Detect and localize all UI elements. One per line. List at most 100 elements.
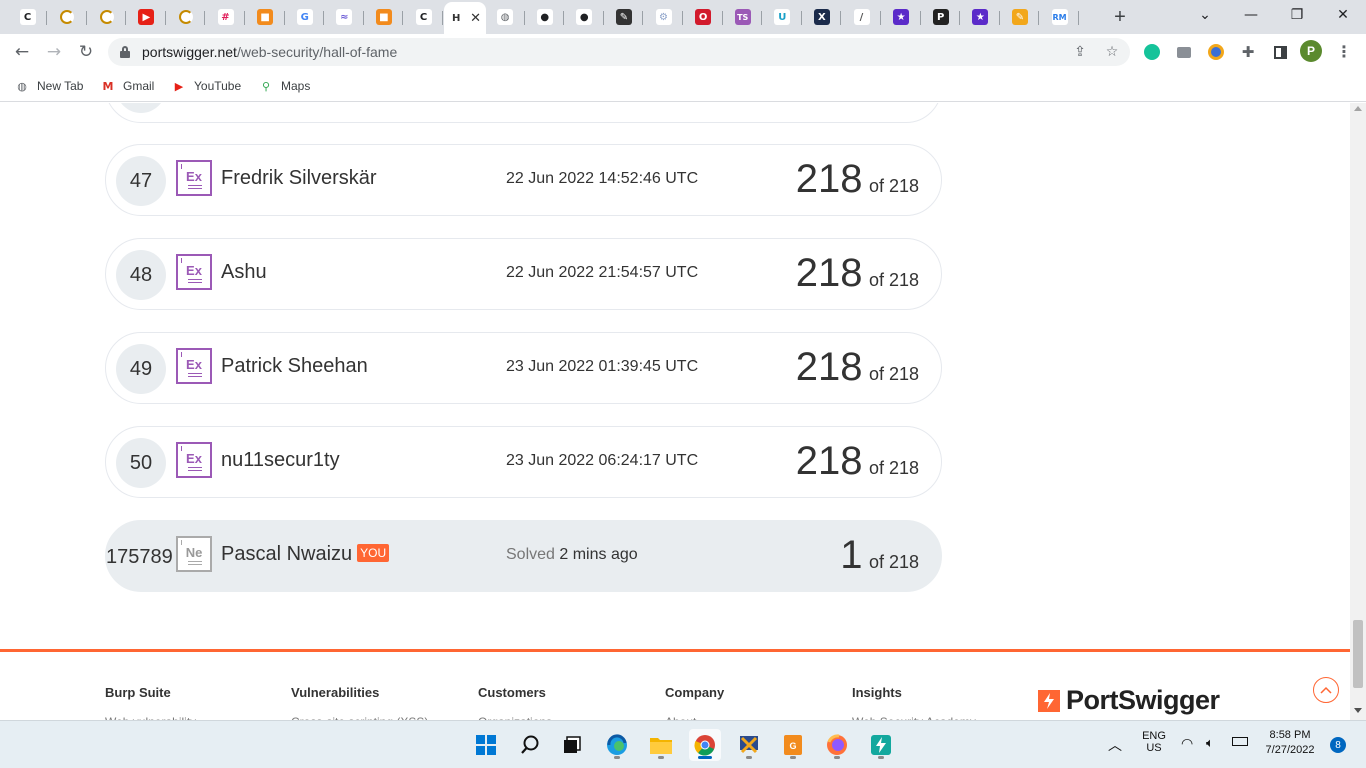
browser-tab[interactable]: X <box>802 4 842 30</box>
language-code: ENG <box>1142 730 1166 742</box>
battery-icon[interactable] <box>1232 737 1248 746</box>
browser-tab[interactable]: RM <box>1040 4 1079 30</box>
forward-button[interactable]: → <box>42 40 66 64</box>
p-logo-icon: P <box>932 9 949 25</box>
share-icon[interactable]: ⇪ <box>1070 42 1090 62</box>
clock-date: 7/27/2022 <box>1265 744 1315 756</box>
level-badge-novice-icon: Ne <box>176 536 212 572</box>
scroll-to-top-button[interactable] <box>1313 677 1339 703</box>
browser-tab[interactable] <box>166 4 206 30</box>
side-panel-icon[interactable] <box>1270 42 1290 62</box>
clock[interactable]: 8:58 PM 7/27/2022 <box>1258 729 1322 756</box>
minimize-button[interactable]: — <box>1228 0 1274 30</box>
browser-tab[interactable]: ≈ <box>325 4 364 30</box>
solved-ago: 2 mins ago <box>559 546 638 563</box>
portswigger-logo[interactable]: PortSwigger <box>1038 685 1220 716</box>
volume-icon[interactable]: 🔈︎ <box>1206 735 1214 751</box>
score-value: 218 <box>795 251 863 295</box>
level-badge-expert-icon: Ex <box>176 348 212 384</box>
edge-icon[interactable] <box>601 729 633 761</box>
browser-tab[interactable]: ★ <box>961 4 1000 30</box>
score-total: of 218 <box>868 270 919 290</box>
bookmark-gmail[interactable]: M Gmail <box>100 76 155 96</box>
rank-number: 47 <box>116 156 166 206</box>
browser-tab[interactable]: ■ <box>364 4 404 30</box>
maps-pin-icon: ⚲ <box>261 79 271 93</box>
extensions-puzzle-icon[interactable]: ✚ <box>1238 42 1258 62</box>
chrome-icon[interactable] <box>689 729 721 761</box>
tab-active[interactable]: H ✕ <box>443 2 486 34</box>
browser-tab[interactable]: # <box>206 4 245 30</box>
vpn-shield-icon[interactable] <box>1206 42 1226 62</box>
solved-timestamp: 22 Jun 2022 14:52:46 UTC <box>506 170 699 187</box>
globe-icon: ◍ <box>497 9 514 25</box>
scroll-down-arrow-icon[interactable] <box>1354 708 1362 713</box>
youtube-icon: ▶ <box>138 9 155 25</box>
browser-tab[interactable]: ■ <box>246 4 285 30</box>
firefox-icon[interactable] <box>821 729 853 761</box>
browser-tab[interactable]: ✎ <box>604 4 644 30</box>
notification-badge[interactable]: 8 <box>1330 737 1346 753</box>
new-tab-button[interactable]: + <box>1108 5 1132 29</box>
browser-tab[interactable]: P <box>921 4 961 30</box>
browser-tab[interactable]: ◍ <box>486 4 525 30</box>
close-window-button[interactable]: ✕ <box>1320 0 1366 30</box>
profile-avatar[interactable]: P <box>1300 40 1322 62</box>
app-icon[interactable] <box>733 729 765 761</box>
browser-tab[interactable]: O <box>684 4 723 30</box>
browser-tab[interactable] <box>48 4 87 30</box>
user-name: Fredrik Silverskär <box>221 167 377 189</box>
show-hidden-icons-chevron-icon[interactable]: ︿ <box>1108 735 1122 755</box>
language-indicator[interactable]: ENG US <box>1138 730 1170 754</box>
search-icon[interactable] <box>514 729 546 761</box>
leaderboard-row: 48 Ex Ashu 22 Jun 2022 21:54:57 UTC 218 of 2… <box>105 238 942 310</box>
bookmark-youtube[interactable]: ▶ YouTube <box>171 76 241 96</box>
file-explorer-icon[interactable] <box>645 729 677 761</box>
opera-icon: O <box>695 9 712 25</box>
camera-icon[interactable] <box>1174 42 1194 62</box>
scroll-up-arrow-icon[interactable] <box>1354 106 1362 111</box>
tab-search-chevron-icon[interactable]: ⌄ <box>1182 0 1228 30</box>
star-icon: ★ <box>972 9 989 25</box>
pdf-icon[interactable]: G <box>777 729 809 761</box>
leaderboard-row-partial <box>105 103 942 123</box>
task-view-icon[interactable] <box>556 729 588 761</box>
score-total: of 218 <box>868 458 919 478</box>
bookmark-star-icon[interactable]: ☆ <box>1102 42 1122 62</box>
browser-tab[interactable]: U <box>763 4 802 30</box>
browser-tab[interactable]: C <box>8 4 47 30</box>
grammarly-icon[interactable] <box>1142 42 1162 62</box>
menu-kebab-icon[interactable]: ⋮ <box>1334 42 1354 62</box>
page-scrollbar[interactable] <box>1350 103 1366 720</box>
wifi-icon[interactable]: ◠ <box>1181 735 1193 752</box>
browser-tab[interactable]: ▶ <box>127 4 166 30</box>
address-bar[interactable]: portswigger.net/web-security/hall-of-fam… <box>108 38 1130 66</box>
browser-tab[interactable]: ★ <box>882 4 921 30</box>
browser-tab[interactable]: ✎ <box>1000 4 1040 30</box>
browser-tab[interactable]: ● <box>525 4 565 30</box>
loading-icon <box>99 10 114 24</box>
browser-tab[interactable]: ● <box>565 4 604 30</box>
url-text[interactable]: portswigger.net/web-security/hall-of-fam… <box>142 44 397 60</box>
bookmark-label: Maps <box>281 79 311 93</box>
browser-tab[interactable]: ⚙ <box>644 4 683 30</box>
start-icon[interactable] <box>470 729 502 761</box>
score-value: 1 <box>840 533 863 577</box>
lock-icon[interactable] <box>120 46 130 58</box>
close-tab-icon[interactable]: ✕ <box>470 10 481 26</box>
reload-button[interactable]: ↻ <box>74 40 98 64</box>
bolt-app-icon[interactable] <box>865 729 897 761</box>
bookmark-maps[interactable]: ⚲ Maps <box>258 76 310 96</box>
bookmark-new-tab[interactable]: ◍ New Tab <box>14 76 83 96</box>
browser-tab[interactable] <box>87 4 127 30</box>
maximize-button[interactable]: ❐ <box>1274 0 1320 30</box>
region-code: US <box>1146 742 1162 754</box>
solved-timestamp: 22 Jun 2022 21:54:57 UTC <box>506 264 699 281</box>
browser-tab[interactable]: / <box>842 4 881 30</box>
back-button[interactable]: ← <box>10 40 34 64</box>
browser-tab[interactable]: C <box>404 4 443 30</box>
scrollbar-thumb[interactable] <box>1353 620 1363 688</box>
u-logo-icon: U <box>774 9 791 25</box>
browser-tab[interactable]: TS <box>723 4 763 30</box>
browser-tab[interactable]: G <box>285 4 325 30</box>
